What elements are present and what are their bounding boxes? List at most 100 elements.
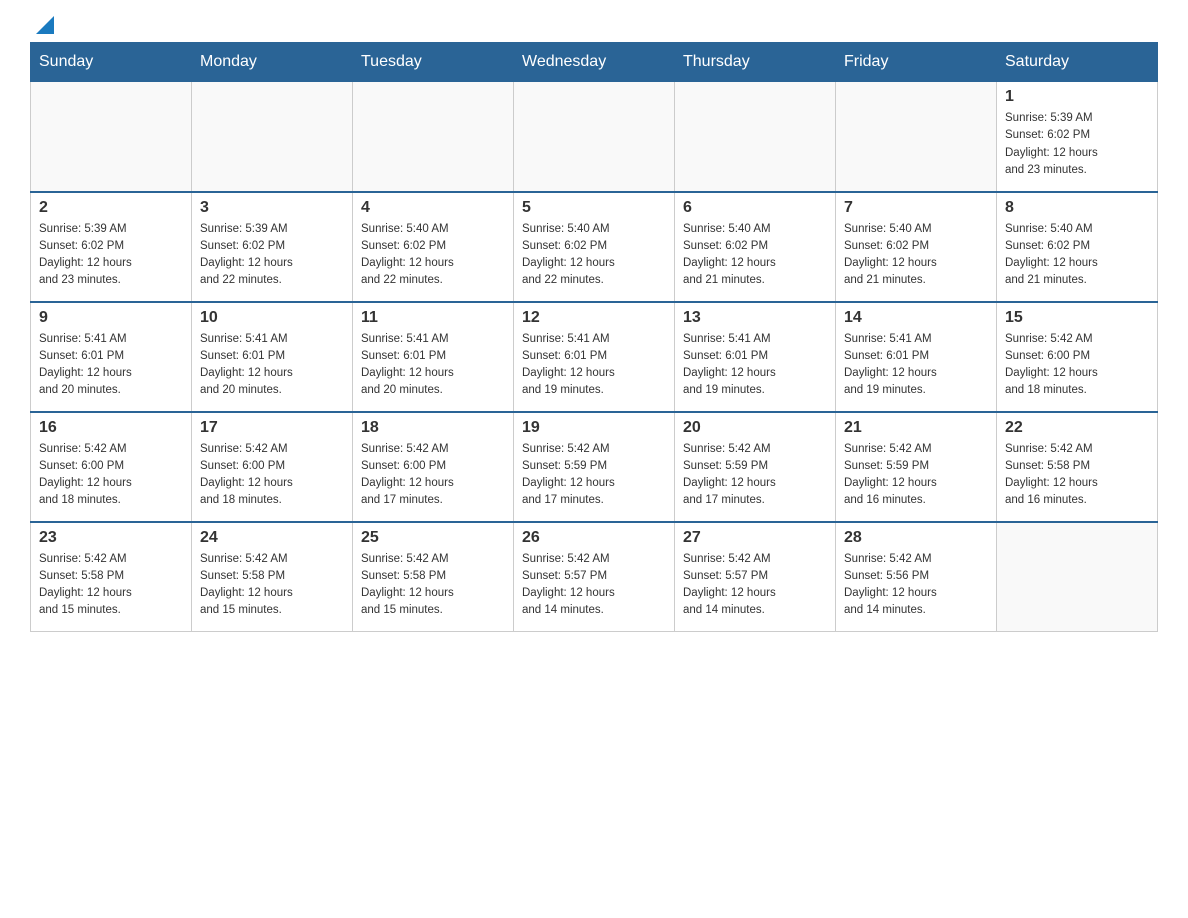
day-number: 17 bbox=[200, 419, 344, 437]
calendar-cell: 26 Sunrise: 5:42 AM Sunset: 5:57 PM Dayli… bbox=[514, 522, 675, 632]
calendar-cell bbox=[997, 522, 1158, 632]
day-number: 5 bbox=[522, 199, 666, 217]
calendar-cell: 19 Sunrise: 5:42 AM Sunset: 5:59 PM Dayli… bbox=[514, 412, 675, 522]
day-info: Sunrise: 5:41 AM Sunset: 6:01 PM Dayligh… bbox=[39, 331, 183, 400]
day-info: Sunrise: 5:41 AM Sunset: 6:01 PM Dayligh… bbox=[844, 331, 988, 400]
calendar-cell bbox=[192, 82, 353, 192]
calendar-cell: 22 Sunrise: 5:42 AM Sunset: 5:58 PM Dayli… bbox=[997, 412, 1158, 522]
day-number: 9 bbox=[39, 309, 183, 327]
day-info: Sunrise: 5:42 AM Sunset: 5:58 PM Dayligh… bbox=[1005, 441, 1149, 510]
day-info: Sunrise: 5:42 AM Sunset: 5:59 PM Dayligh… bbox=[522, 441, 666, 510]
calendar-cell: 27 Sunrise: 5:42 AM Sunset: 5:57 PM Dayli… bbox=[675, 522, 836, 632]
day-number: 14 bbox=[844, 309, 988, 327]
calendar-cell: 17Sunrise: 5:42 AM Sunset: 6:00 PM Dayli… bbox=[192, 412, 353, 522]
calendar-cell: 23 Sunrise: 5:42 AM Sunset: 5:58 PM Dayli… bbox=[31, 522, 192, 632]
day-info: Sunrise: 5:40 AM Sunset: 6:02 PM Dayligh… bbox=[522, 221, 666, 290]
day-info: Sunrise: 5:41 AM Sunset: 6:01 PM Dayligh… bbox=[522, 331, 666, 400]
calendar-cell: 13 Sunrise: 5:41 AM Sunset: 6:01 PM Dayli… bbox=[675, 302, 836, 412]
weekday-header-monday: Monday bbox=[192, 43, 353, 82]
calendar-cell: 14 Sunrise: 5:41 AM Sunset: 6:01 PM Dayli… bbox=[836, 302, 997, 412]
calendar-cell: 3 Sunrise: 5:39 AM Sunset: 6:02 PM Daylig… bbox=[192, 192, 353, 302]
weekday-header-row: SundayMondayTuesdayWednesdayThursdayFrid… bbox=[31, 43, 1158, 82]
day-number: 8 bbox=[1005, 199, 1149, 217]
day-number: 27 bbox=[683, 529, 827, 547]
day-info: Sunrise: 5:41 AM Sunset: 6:01 PM Dayligh… bbox=[200, 331, 344, 400]
calendar-week-3: 9 Sunrise: 5:41 AM Sunset: 6:01 PM Daylig… bbox=[31, 302, 1158, 412]
calendar-cell: 7Sunrise: 5:40 AM Sunset: 6:02 PM Daylig… bbox=[836, 192, 997, 302]
calendar-cell: 11Sunrise: 5:41 AM Sunset: 6:01 PM Dayli… bbox=[353, 302, 514, 412]
day-number: 28 bbox=[844, 529, 988, 547]
weekday-header-wednesday: Wednesday bbox=[514, 43, 675, 82]
day-info: Sunrise: 5:42 AM Sunset: 6:00 PM Dayligh… bbox=[361, 441, 505, 510]
day-number: 21 bbox=[844, 419, 988, 437]
calendar-cell: 15 Sunrise: 5:42 AM Sunset: 6:00 PM Dayli… bbox=[997, 302, 1158, 412]
day-info: Sunrise: 5:42 AM Sunset: 5:57 PM Dayligh… bbox=[683, 551, 827, 620]
day-info: Sunrise: 5:41 AM Sunset: 6:01 PM Dayligh… bbox=[683, 331, 827, 400]
calendar-cell: 21 Sunrise: 5:42 AM Sunset: 5:59 PM Dayli… bbox=[836, 412, 997, 522]
day-info: Sunrise: 5:42 AM Sunset: 5:58 PM Dayligh… bbox=[39, 551, 183, 620]
day-info: Sunrise: 5:40 AM Sunset: 6:02 PM Dayligh… bbox=[361, 221, 505, 290]
weekday-header-thursday: Thursday bbox=[675, 43, 836, 82]
day-info: Sunrise: 5:42 AM Sunset: 5:58 PM Dayligh… bbox=[200, 551, 344, 620]
calendar-week-2: 2 Sunrise: 5:39 AM Sunset: 6:02 PM Daylig… bbox=[31, 192, 1158, 302]
weekday-header-friday: Friday bbox=[836, 43, 997, 82]
weekday-header-sunday: Sunday bbox=[31, 43, 192, 82]
calendar-cell: 8 Sunrise: 5:40 AM Sunset: 6:02 PM Daylig… bbox=[997, 192, 1158, 302]
calendar-cell: 10 Sunrise: 5:41 AM Sunset: 6:01 PM Dayli… bbox=[192, 302, 353, 412]
day-number: 24 bbox=[200, 529, 344, 547]
day-number: 1 bbox=[1005, 88, 1149, 106]
day-number: 18 bbox=[361, 419, 505, 437]
calendar-cell: 4 Sunrise: 5:40 AM Sunset: 6:02 PM Daylig… bbox=[353, 192, 514, 302]
day-number: 2 bbox=[39, 199, 183, 217]
day-number: 12 bbox=[522, 309, 666, 327]
day-number: 20 bbox=[683, 419, 827, 437]
day-info: Sunrise: 5:42 AM Sunset: 5:59 PM Dayligh… bbox=[683, 441, 827, 510]
day-info: Sunrise: 5:39 AM Sunset: 6:02 PM Dayligh… bbox=[1005, 110, 1149, 179]
day-info: Sunrise: 5:42 AM Sunset: 6:00 PM Dayligh… bbox=[39, 441, 183, 510]
day-info: Sunrise: 5:40 AM Sunset: 6:02 PM Dayligh… bbox=[1005, 221, 1149, 290]
weekday-header-saturday: Saturday bbox=[997, 43, 1158, 82]
day-info: Sunrise: 5:42 AM Sunset: 5:59 PM Dayligh… bbox=[844, 441, 988, 510]
calendar-cell bbox=[353, 82, 514, 192]
calendar-cell bbox=[31, 82, 192, 192]
day-number: 6 bbox=[683, 199, 827, 217]
day-info: Sunrise: 5:42 AM Sunset: 5:58 PM Dayligh… bbox=[361, 551, 505, 620]
day-number: 19 bbox=[522, 419, 666, 437]
calendar-cell: 5 Sunrise: 5:40 AM Sunset: 6:02 PM Daylig… bbox=[514, 192, 675, 302]
day-info: Sunrise: 5:42 AM Sunset: 5:57 PM Dayligh… bbox=[522, 551, 666, 620]
calendar-week-4: 16 Sunrise: 5:42 AM Sunset: 6:00 PM Dayli… bbox=[31, 412, 1158, 522]
calendar-cell: 2 Sunrise: 5:39 AM Sunset: 6:02 PM Daylig… bbox=[31, 192, 192, 302]
day-number: 10 bbox=[200, 309, 344, 327]
calendar-table: SundayMondayTuesdayWednesdayThursdayFrid… bbox=[30, 42, 1158, 632]
day-info: Sunrise: 5:42 AM Sunset: 5:56 PM Dayligh… bbox=[844, 551, 988, 620]
day-number: 15 bbox=[1005, 309, 1149, 327]
day-number: 13 bbox=[683, 309, 827, 327]
day-info: Sunrise: 5:42 AM Sunset: 6:00 PM Dayligh… bbox=[1005, 331, 1149, 400]
calendar-cell bbox=[836, 82, 997, 192]
logo bbox=[30, 20, 54, 32]
day-number: 11 bbox=[361, 309, 505, 327]
calendar-cell: 1 Sunrise: 5:39 AM Sunset: 6:02 PM Daylig… bbox=[997, 82, 1158, 192]
day-info: Sunrise: 5:39 AM Sunset: 6:02 PM Dayligh… bbox=[39, 221, 183, 290]
weekday-header-tuesday: Tuesday bbox=[353, 43, 514, 82]
day-number: 7 bbox=[844, 199, 988, 217]
calendar-cell bbox=[514, 82, 675, 192]
day-number: 3 bbox=[200, 199, 344, 217]
calendar-cell bbox=[675, 82, 836, 192]
day-number: 26 bbox=[522, 529, 666, 547]
day-info: Sunrise: 5:40 AM Sunset: 6:02 PM Dayligh… bbox=[683, 221, 827, 290]
calendar-cell: 24 Sunrise: 5:42 AM Sunset: 5:58 PM Dayli… bbox=[192, 522, 353, 632]
day-number: 22 bbox=[1005, 419, 1149, 437]
calendar-week-5: 23 Sunrise: 5:42 AM Sunset: 5:58 PM Dayli… bbox=[31, 522, 1158, 632]
calendar-cell: 18 Sunrise: 5:42 AM Sunset: 6:00 PM Dayli… bbox=[353, 412, 514, 522]
logo-icon bbox=[32, 16, 54, 38]
day-number: 23 bbox=[39, 529, 183, 547]
day-number: 4 bbox=[361, 199, 505, 217]
day-number: 25 bbox=[361, 529, 505, 547]
day-info: Sunrise: 5:39 AM Sunset: 6:02 PM Dayligh… bbox=[200, 221, 344, 290]
calendar-cell: 25 Sunrise: 5:42 AM Sunset: 5:58 PM Dayli… bbox=[353, 522, 514, 632]
day-number: 16 bbox=[39, 419, 183, 437]
calendar-cell: 28 Sunrise: 5:42 AM Sunset: 5:56 PM Dayli… bbox=[836, 522, 997, 632]
calendar-cell: 6 Sunrise: 5:40 AM Sunset: 6:02 PM Daylig… bbox=[675, 192, 836, 302]
page-header bbox=[30, 20, 1158, 32]
